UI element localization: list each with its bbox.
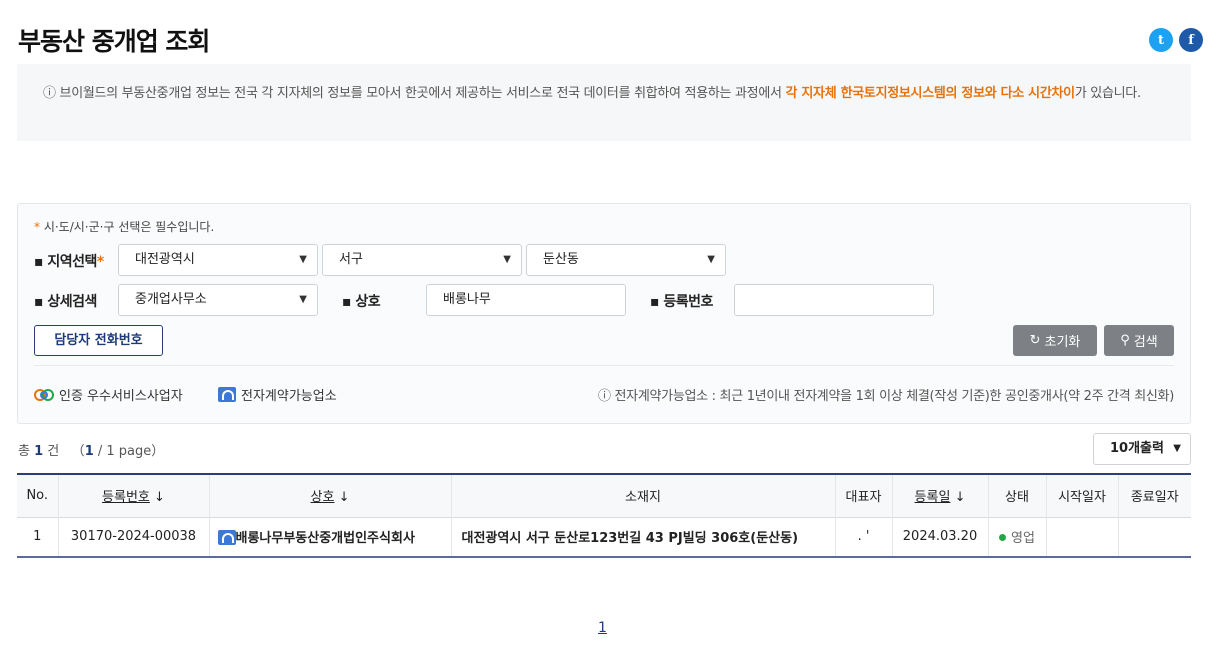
table-row[interactable]: 1 30170-2024-00038 배롱나무부동산중개법인주식회사 대전광역시… (17, 517, 1191, 557)
legend-note: ⓘ 전자계약가능업소 : 최근 1년이내 전자계약을 1회 이상 체결(작성 기… (597, 389, 1174, 404)
header-address: 소재지 (451, 474, 836, 517)
certified-icon (34, 388, 54, 401)
cell-reg-date: 2024.03.20 (892, 517, 989, 557)
header-end: 종료일자 (1130, 490, 1179, 506)
chevron-down-icon: ▼ (299, 254, 307, 265)
header-no: No. (17, 474, 59, 517)
cell-address: 대전광역시 서구 둔산로123번길 43 PJ빌딩 306호(둔산동) (451, 517, 836, 557)
per-page-select[interactable]: 10개출력 ▼ (1093, 433, 1191, 465)
reg-no-label: ▪ 등록번호 (650, 294, 713, 310)
e-contract-icon (218, 387, 236, 402)
cell-no: 1 (17, 517, 59, 557)
header-reg-no[interactable]: 등록번호 ↓ (58, 474, 210, 517)
chevron-down-icon: ▼ (1173, 443, 1181, 454)
chevron-down-icon: ▼ (299, 294, 307, 305)
name-input[interactable]: 배롱나무 (426, 284, 626, 316)
search-panel: * 시·도/시·군·구 선택은 필수입니다. ▪ 지역선택* 대전광역시 ▼ 서구… (17, 203, 1191, 424)
cell-reg-no: 30170-2024-00038 (58, 517, 210, 557)
results-table: No. 등록번호 ↓ 상호 ↓ 소재지 대표자 등록일 ↓ 상태 시작일자 종료… (17, 473, 1191, 558)
legend-contract: 전자계약가능업소 (218, 385, 337, 404)
facebook-icon[interactable]: f (1179, 28, 1203, 52)
table-header-row: No. 등록번호 ↓ 상호 ↓ 소재지 대표자 등록일 ↓ 상태 시작일자 종료… (17, 474, 1191, 517)
notice-highlight: 각 지자체 한국토지정보시스템의 정보와 다소 시간차이 (785, 86, 1076, 101)
twitter-icon[interactable]: t (1149, 28, 1173, 52)
notice-suffix: 가 있습니다. (1074, 86, 1141, 101)
header-status: 상태 (988, 474, 1047, 517)
legend-certified: 인증 우수서비스사업자 (34, 385, 183, 404)
search-icon: ⚲ (1120, 333, 1130, 348)
sigungu-select[interactable]: 서구 ▼ (322, 244, 522, 276)
search-button[interactable]: ⚲ 검색 (1104, 325, 1174, 356)
refresh-icon: ↻ (1029, 333, 1041, 348)
header-name[interactable]: 상호 ↓ (209, 474, 452, 517)
reg-no-input[interactable] (734, 284, 934, 316)
required-note: * 시·도/시·군·구 선택은 필수입니다. (34, 220, 215, 234)
cell-end (1118, 517, 1191, 557)
phone-button[interactable]: 담당자 전화번호 (34, 325, 163, 356)
cell-status: 영업 (988, 517, 1047, 557)
divider (34, 365, 1174, 366)
notice-text: 브이월드의 부동산중개업 정보는 전국 각 지자체의 정보를 모아서 한곳에서 … (59, 86, 786, 101)
social-share: t f (1149, 28, 1203, 52)
pagination-page-1[interactable]: 1 (598, 620, 607, 636)
region-label: ▪ 지역선택* (34, 254, 104, 270)
info-notice: ⓘ 브이월드의 부동산중개업 정보는 전국 각 지자체의 정보를 모아서 한곳에… (17, 64, 1191, 141)
chevron-down-icon: ▼ (503, 254, 511, 265)
header-rep: 대표자 (835, 474, 893, 517)
cell-start (1046, 517, 1119, 557)
header-start: 시작일자 (1046, 474, 1119, 517)
header-reg-date[interactable]: 등록일 ↓ (892, 474, 989, 517)
result-summary: 총 1 건 （1 / 1 page） (18, 444, 165, 459)
name-label: ▪ 상호 (342, 294, 381, 310)
cell-rep: . ' (835, 517, 893, 557)
detail-label: ▪ 상세검색 (34, 294, 97, 310)
status-dot-icon (999, 534, 1007, 542)
dong-select[interactable]: 둔산동 ▼ (526, 244, 726, 276)
info-icon: ⓘ (43, 86, 56, 101)
chevron-down-icon: ▼ (707, 254, 715, 265)
cell-name[interactable]: 배롱나무부동산중개법인주식회사 (209, 517, 452, 557)
sido-select[interactable]: 대전광역시 ▼ (118, 244, 318, 276)
detail-type-select[interactable]: 중개업사무소 ▼ (118, 284, 318, 316)
e-contract-icon (217, 530, 236, 546)
reset-button[interactable]: ↻ 초기화 (1013, 325, 1097, 356)
page-title: 부동산 중개업 조회 (18, 27, 210, 56)
